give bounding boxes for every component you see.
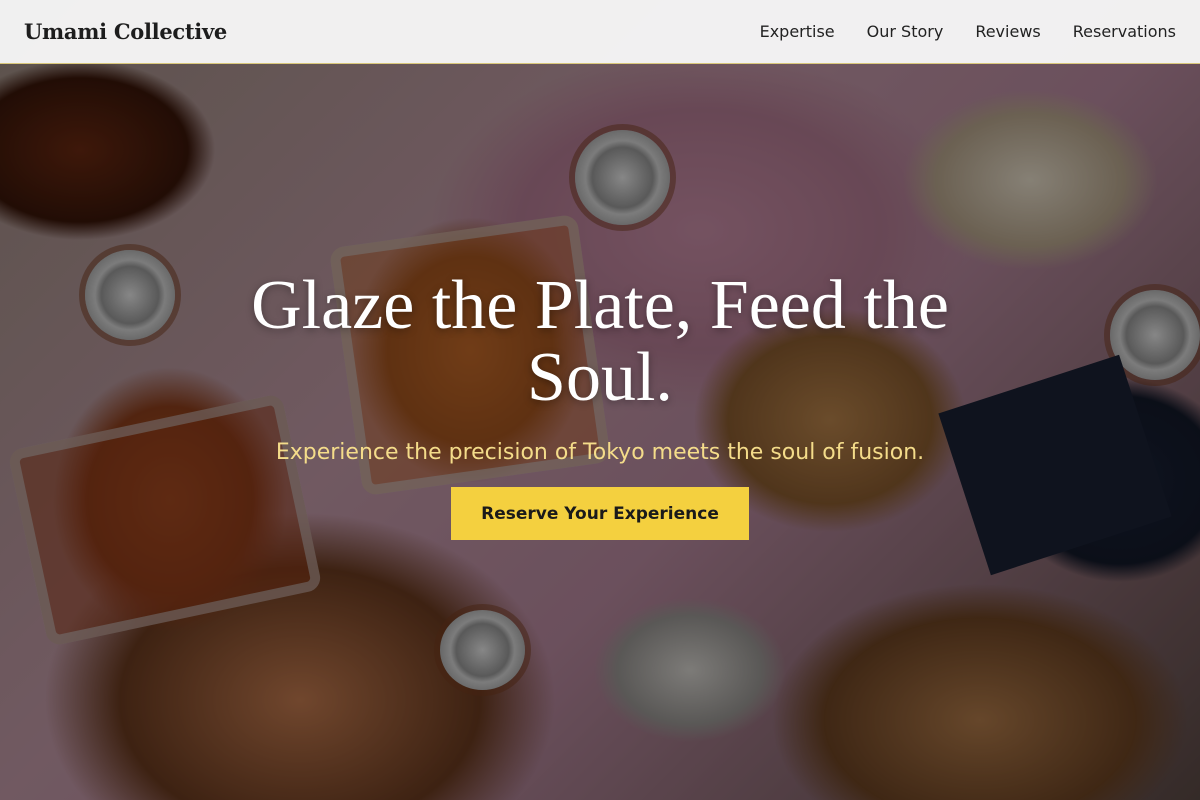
nav-link-reviews[interactable]: Reviews: [975, 22, 1040, 41]
hero-section: Glaze the Plate, Feed the Soul. Experien…: [0, 270, 1200, 540]
main-nav: Expertise Our Story Reviews Reservations: [760, 22, 1176, 41]
nav-link-expertise[interactable]: Expertise: [760, 22, 835, 41]
hero-subtitle: Experience the precision of Tokyo meets …: [275, 440, 925, 465]
nav-link-reservations[interactable]: Reservations: [1073, 22, 1176, 41]
brand-logo[interactable]: Umami Collective: [24, 19, 227, 44]
landing-page: Umami Collective Expertise Our Story Rev…: [0, 0, 1200, 800]
nav-link-our-story[interactable]: Our Story: [867, 22, 944, 41]
reserve-experience-button[interactable]: Reserve Your Experience: [451, 487, 749, 540]
site-header: Umami Collective Expertise Our Story Rev…: [0, 0, 1200, 64]
hero-title: Glaze the Plate, Feed the Soul.: [251, 267, 949, 416]
